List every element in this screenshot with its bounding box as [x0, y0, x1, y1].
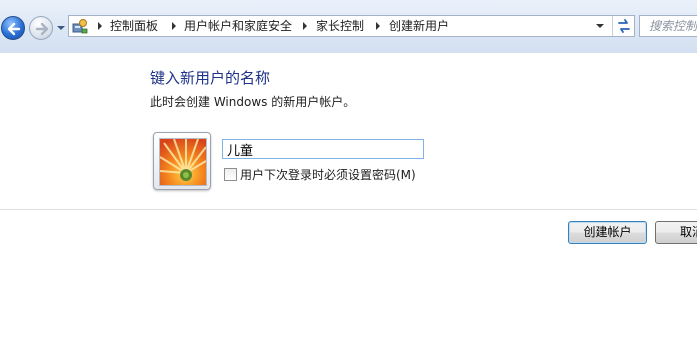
page-title: 键入新用户的名称 [150, 69, 271, 87]
arrow-left-icon [7, 22, 21, 36]
create-account-button[interactable]: 创建帐户 [568, 221, 647, 244]
refresh-button[interactable] [612, 16, 635, 36]
chevron-down-icon [57, 26, 65, 30]
cancel-button[interactable]: 取消 [655, 221, 697, 244]
chevron-right-icon [98, 22, 102, 30]
navigation-bar: 控制面板 用户帐户和家庭安全 家长控制 创建新用户 搜索控制面板 [0, 0, 697, 53]
breadcrumb-item-create-user[interactable]: 创建新用户 [389, 19, 449, 34]
breadcrumb-item-control-panel[interactable]: 控制面板 [110, 19, 158, 34]
avatar [153, 132, 211, 190]
breadcrumb[interactable]: 控制面板 用户帐户和家庭安全 家长控制 创建新用户 [68, 15, 635, 37]
breadcrumb-item-parental-controls[interactable]: 家长控制 [316, 19, 364, 34]
chevron-right-icon [303, 22, 307, 30]
search-input[interactable]: 搜索控制面板 [639, 15, 697, 37]
require-password-checkbox[interactable] [224, 168, 237, 181]
new-user-name-input[interactable] [222, 139, 424, 159]
arrow-right-icon [35, 22, 49, 36]
chevron-down-icon [596, 24, 604, 28]
divider [0, 209, 697, 210]
control-panel-icon [72, 19, 88, 34]
recent-pages-button[interactable] [56, 22, 66, 32]
page-description: 此时会创建 Windows 的新用户帐户。 [150, 95, 356, 109]
chevron-right-icon [376, 22, 380, 30]
flower-picture-icon [159, 138, 207, 186]
chevron-right-icon [172, 22, 176, 30]
require-password-label[interactable]: 用户下次登录时必须设置密码(M) [240, 167, 416, 183]
breadcrumb-item-user-accounts[interactable]: 用户帐户和家庭安全 [184, 19, 292, 34]
forward-button[interactable] [29, 16, 53, 40]
address-dropdown-button[interactable] [591, 16, 609, 36]
back-button[interactable] [1, 16, 25, 40]
search-placeholder: 搜索控制面板 [649, 19, 697, 33]
refresh-icon [618, 19, 630, 33]
